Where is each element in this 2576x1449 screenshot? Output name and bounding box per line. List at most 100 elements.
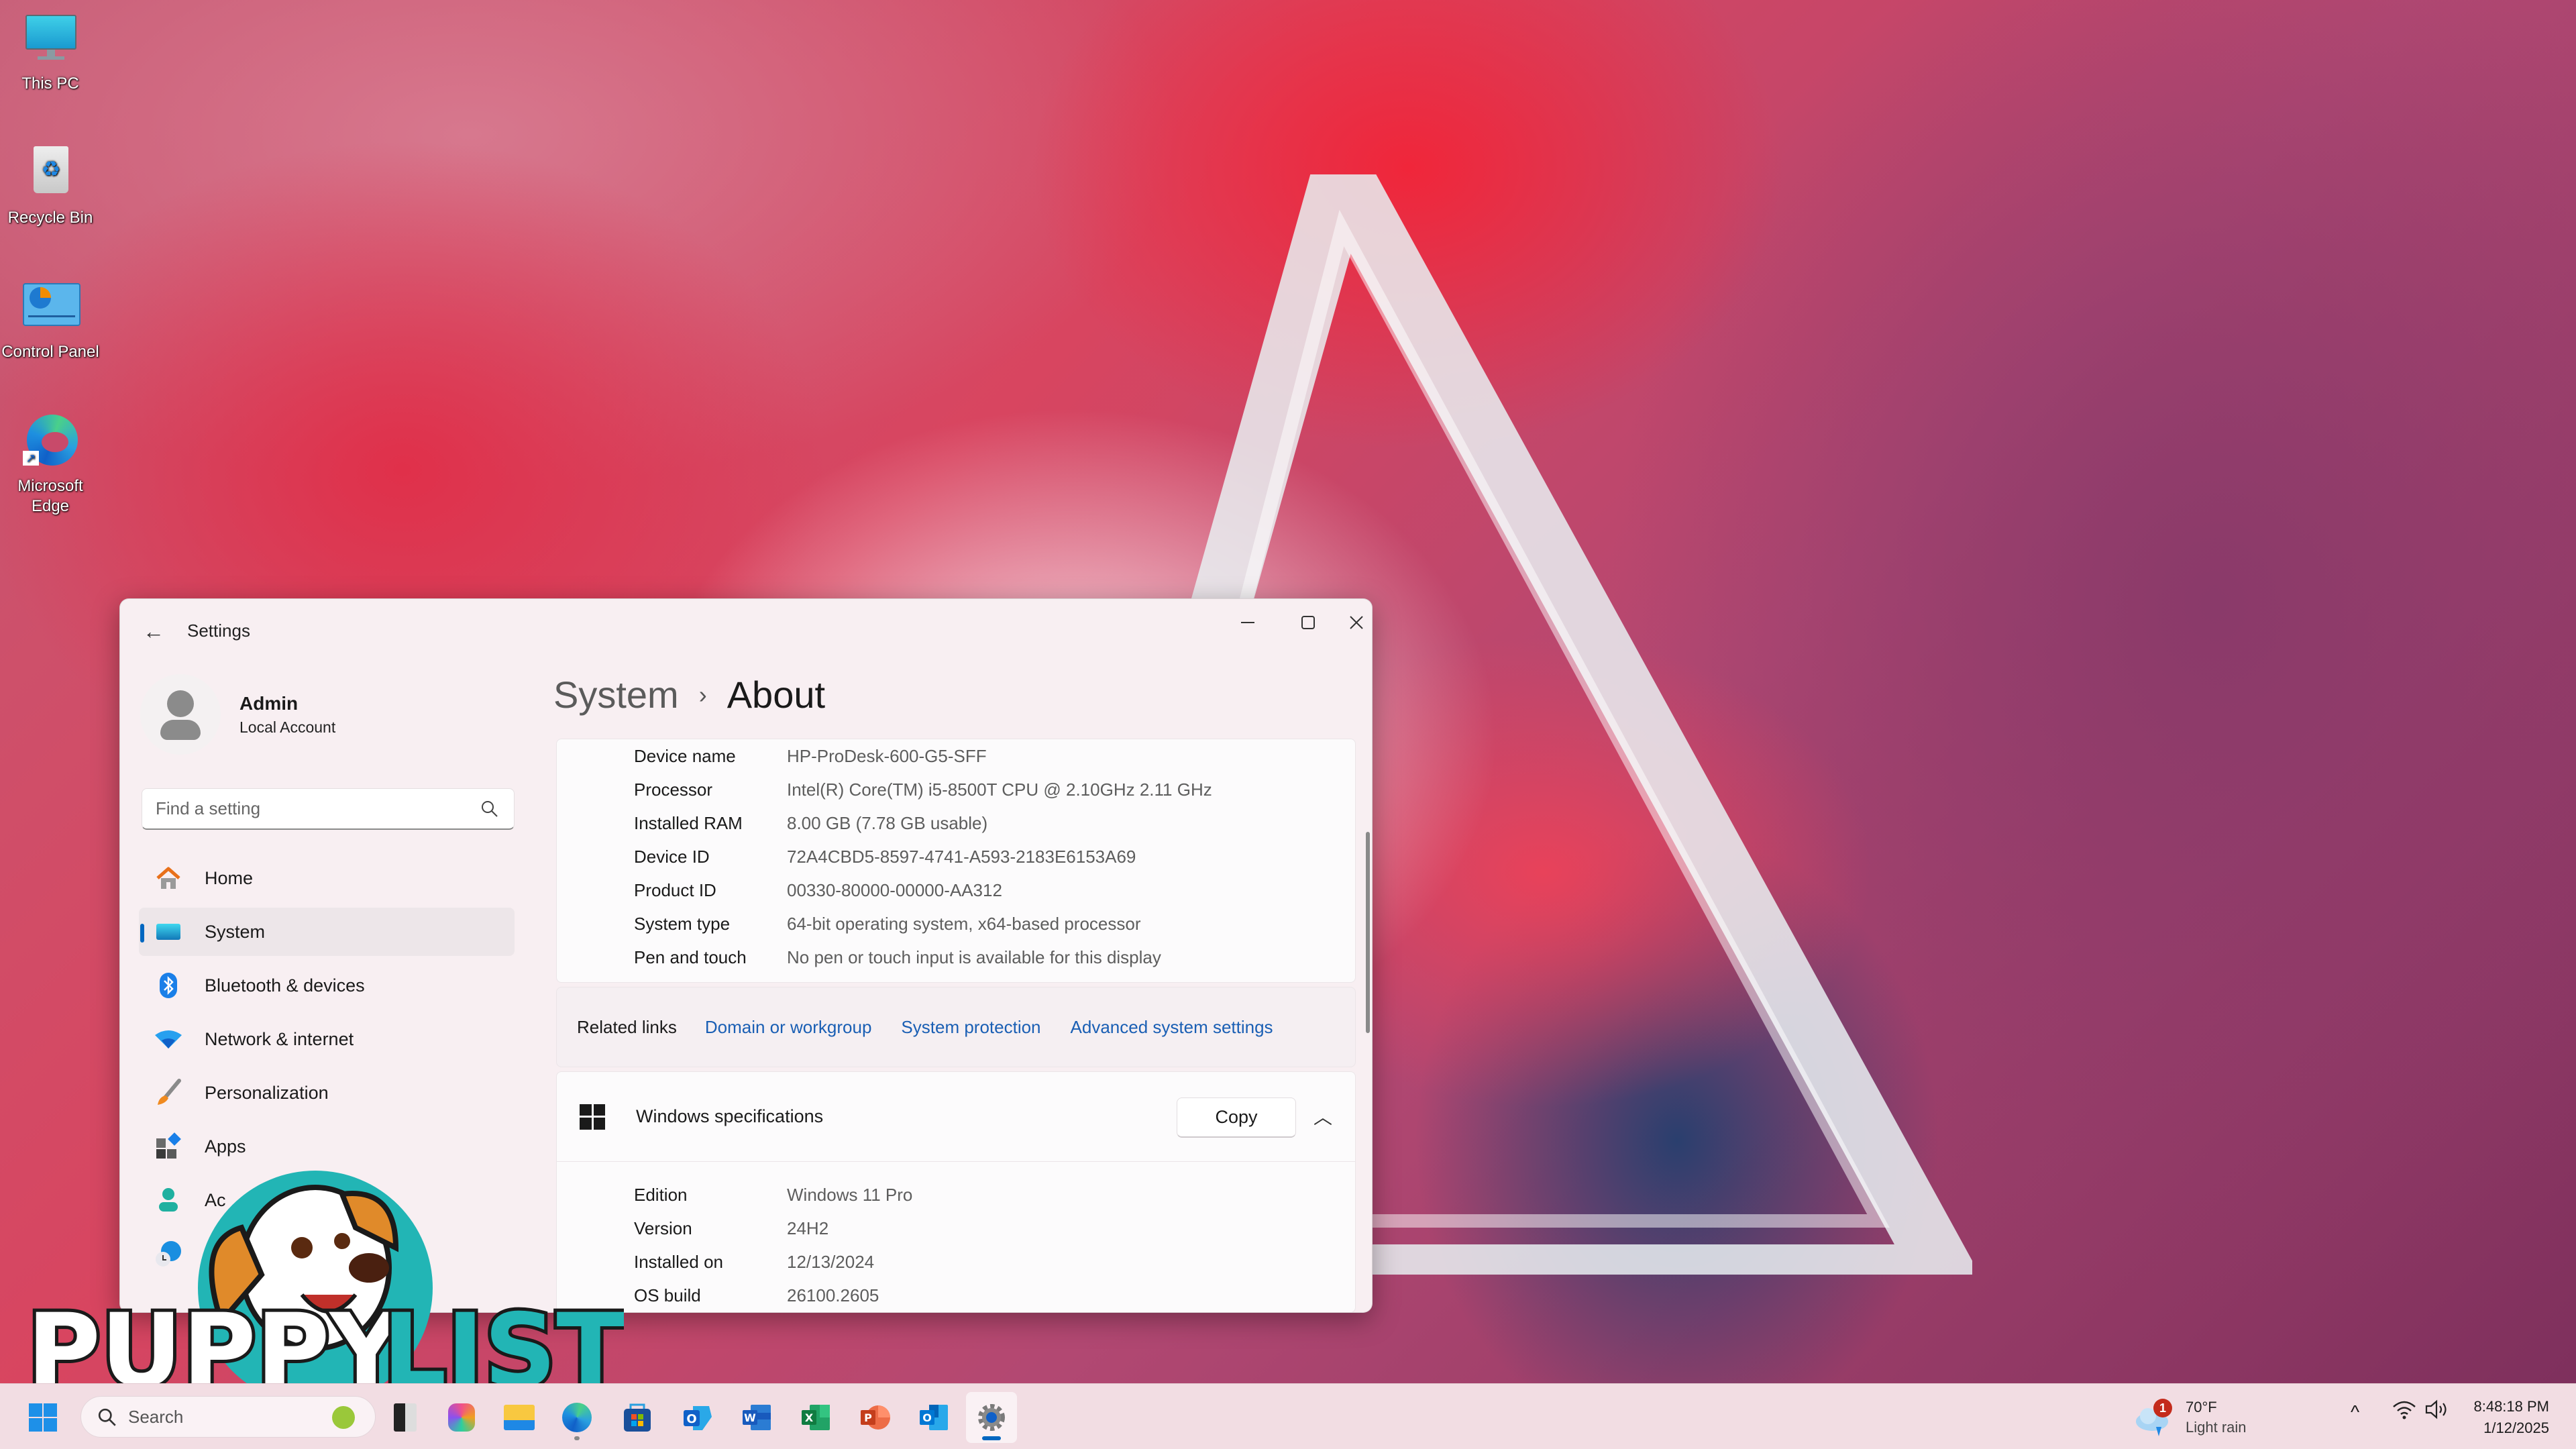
sidebar-item-label: System <box>205 921 266 942</box>
avatar <box>140 674 221 755</box>
network-status-button[interactable] <box>2392 1399 2416 1425</box>
minimize-button[interactable] <box>1218 599 1278 646</box>
spec-key: Product ID <box>634 879 716 900</box>
taskbar-search[interactable]: Search <box>80 1396 376 1438</box>
sidebar-item-personalization[interactable]: Personalization <box>139 1069 515 1117</box>
windows-logo-icon <box>580 1104 605 1130</box>
svg-text:P: P <box>864 1411 872 1424</box>
link-system-protection[interactable]: System protection <box>901 1017 1040 1038</box>
taskbar-search-placeholder: Search <box>128 1406 184 1427</box>
spec-row: Installed on 12/13/2024 <box>557 1245 1355 1279</box>
start-icon <box>29 1403 57 1432</box>
spec-value[interactable]: 64-bit operating system, x64-based proce… <box>787 914 1141 934</box>
spec-key: Pen and touch <box>634 947 747 967</box>
spec-value[interactable]: No pen or touch input is available for t… <box>787 947 1161 968</box>
vertical-scrollbar[interactable] <box>1366 832 1370 1033</box>
spec-value[interactable]: 12/13/2024 <box>787 1252 874 1273</box>
clock[interactable]: 8:48:18 PM 1/12/2025 <box>2473 1396 2549 1439</box>
spec-value[interactable]: Intel(R) Core(TM) i5-8500T CPU @ 2.10GHz… <box>787 780 1212 800</box>
spec-value[interactable]: 24H2 <box>787 1218 828 1239</box>
file-explorer-button[interactable] <box>494 1392 545 1443</box>
task-view-button[interactable] <box>380 1392 431 1443</box>
desktop-icon-label: Microsoft Edge <box>17 477 83 515</box>
link-domain-or-workgroup[interactable]: Domain or workgroup <box>705 1017 872 1038</box>
volume-button[interactable] <box>2424 1399 2450 1425</box>
edge-icon <box>562 1403 592 1432</box>
copilot-button[interactable] <box>436 1392 487 1443</box>
spec-row: Product ID 00330-80000-00000-AA312 <box>557 873 1355 907</box>
volume-icon <box>2425 1399 2447 1419</box>
find-setting-search[interactable] <box>142 788 515 830</box>
breadcrumb: System › About <box>553 673 825 716</box>
bluetooth-icon <box>154 971 183 1000</box>
excel-button[interactable]: X <box>790 1392 841 1443</box>
monitor-icon <box>20 9 80 70</box>
window-title: Settings <box>187 621 250 641</box>
sidebar-item-apps[interactable]: Apps <box>139 1122 515 1171</box>
clock-date: 1/12/2025 <box>2483 1419 2549 1436</box>
start-button[interactable] <box>17 1392 68 1443</box>
sidebar-item-system[interactable]: System <box>139 908 515 956</box>
close-button[interactable] <box>1340 599 1372 646</box>
sidebar-item-accounts[interactable]: Ac <box>139 1176 515 1224</box>
chevron-up-icon[interactable]: ︿ <box>1309 1103 1336 1130</box>
recycle-bin-icon: ♻ <box>20 144 80 204</box>
task-view-icon <box>394 1403 417 1432</box>
sidebar-item-time-language[interactable] <box>139 1230 515 1278</box>
maximize-button[interactable] <box>1278 599 1338 646</box>
user-profile[interactable]: Admin Local Account <box>140 674 335 755</box>
back-button[interactable]: ← <box>139 616 168 646</box>
spec-value[interactable]: 8.00 GB (7.78 GB usable) <box>787 813 987 834</box>
sidebar-item-label: Ac <box>205 1189 226 1210</box>
settings-window: ← Settings Admin Local Account Home Syst… <box>119 598 1373 1313</box>
desktop-icon-control-panel[interactable]: Control Panel <box>0 278 101 362</box>
content-pane[interactable]: Device name HP-ProDesk-600-G5-SFF Processo… <box>556 739 1356 1312</box>
word-button[interactable]: W <box>731 1392 782 1443</box>
edge-taskbar-button[interactable] <box>551 1392 602 1443</box>
breadcrumb-parent[interactable]: System <box>553 673 679 716</box>
device-specifications-card: Device name HP-ProDesk-600-G5-SFF Processo… <box>556 739 1356 983</box>
taskbar: Search O W X P O 1 70°F Light rain ^ 8:4… <box>0 1383 2576 1449</box>
copy-button[interactable]: Copy <box>1177 1097 1296 1138</box>
outlook-button[interactable]: O <box>908 1392 959 1443</box>
sidebar-item-network[interactable]: Network & internet <box>139 1015 515 1063</box>
spec-key: Edition <box>634 1184 688 1205</box>
store-button[interactable] <box>612 1392 663 1443</box>
spec-row: System type 64-bit operating system, x64-… <box>557 907 1355 941</box>
outlook-icon: O <box>920 1405 948 1430</box>
desktop-icon-edge[interactable]: ↗ Microsoft Edge <box>0 412 101 517</box>
spec-value[interactable]: 26100.2605 <box>787 1285 879 1306</box>
spec-key: Version <box>634 1218 692 1238</box>
desktop-icon-recycle-bin[interactable]: ♻ Recycle Bin <box>0 144 101 228</box>
outlook-new-button[interactable]: O <box>672 1392 723 1443</box>
windows-specifications-header[interactable]: Windows specifications Copy ︿ <box>557 1072 1355 1162</box>
weather-widget[interactable]: 1 70°F Light rain <box>2133 1393 2247 1442</box>
spec-value[interactable]: 72A4CBD5-8597-4741-A593-2183E6153A69 <box>787 847 1136 867</box>
settings-icon <box>978 1404 1005 1431</box>
svg-text:O: O <box>922 1411 932 1424</box>
minimize-icon <box>1241 622 1254 623</box>
svg-text:O: O <box>686 1412 696 1426</box>
spec-row: Pen and touch No pen or touch input is av… <box>557 941 1355 974</box>
sidebar-item-bluetooth[interactable]: Bluetooth & devices <box>139 961 515 1010</box>
show-hidden-icons-button[interactable]: ^ <box>2351 1401 2359 1423</box>
control-panel-icon <box>20 278 80 338</box>
store-icon <box>624 1403 651 1432</box>
word-icon: W <box>743 1405 771 1430</box>
spec-value[interactable]: 00330-80000-00000-AA312 <box>787 880 1002 901</box>
settings-taskbar-button[interactable] <box>966 1392 1017 1443</box>
sidebar-item-home[interactable]: Home <box>139 854 515 902</box>
time-language-icon <box>154 1239 183 1269</box>
spec-value[interactable]: HP-ProDesk-600-G5-SFF <box>787 746 987 767</box>
search-input[interactable] <box>156 789 478 828</box>
spec-key: Device ID <box>634 846 710 867</box>
svg-text:X: X <box>805 1411 814 1424</box>
title-bar[interactable]: ← Settings <box>120 599 1372 659</box>
spec-value[interactable]: Windows 11 Pro <box>787 1185 912 1205</box>
spec-row: Processor Intel(R) Core(TM) i5-8500T CPU … <box>557 773 1355 806</box>
related-links-label: Related links <box>577 1016 677 1037</box>
powerpoint-button[interactable]: P <box>849 1392 900 1443</box>
desktop-icon-this-pc[interactable]: This PC <box>0 9 101 94</box>
account-type: Local Account <box>239 718 336 736</box>
link-advanced-system-settings[interactable]: Advanced system settings <box>1071 1017 1273 1038</box>
